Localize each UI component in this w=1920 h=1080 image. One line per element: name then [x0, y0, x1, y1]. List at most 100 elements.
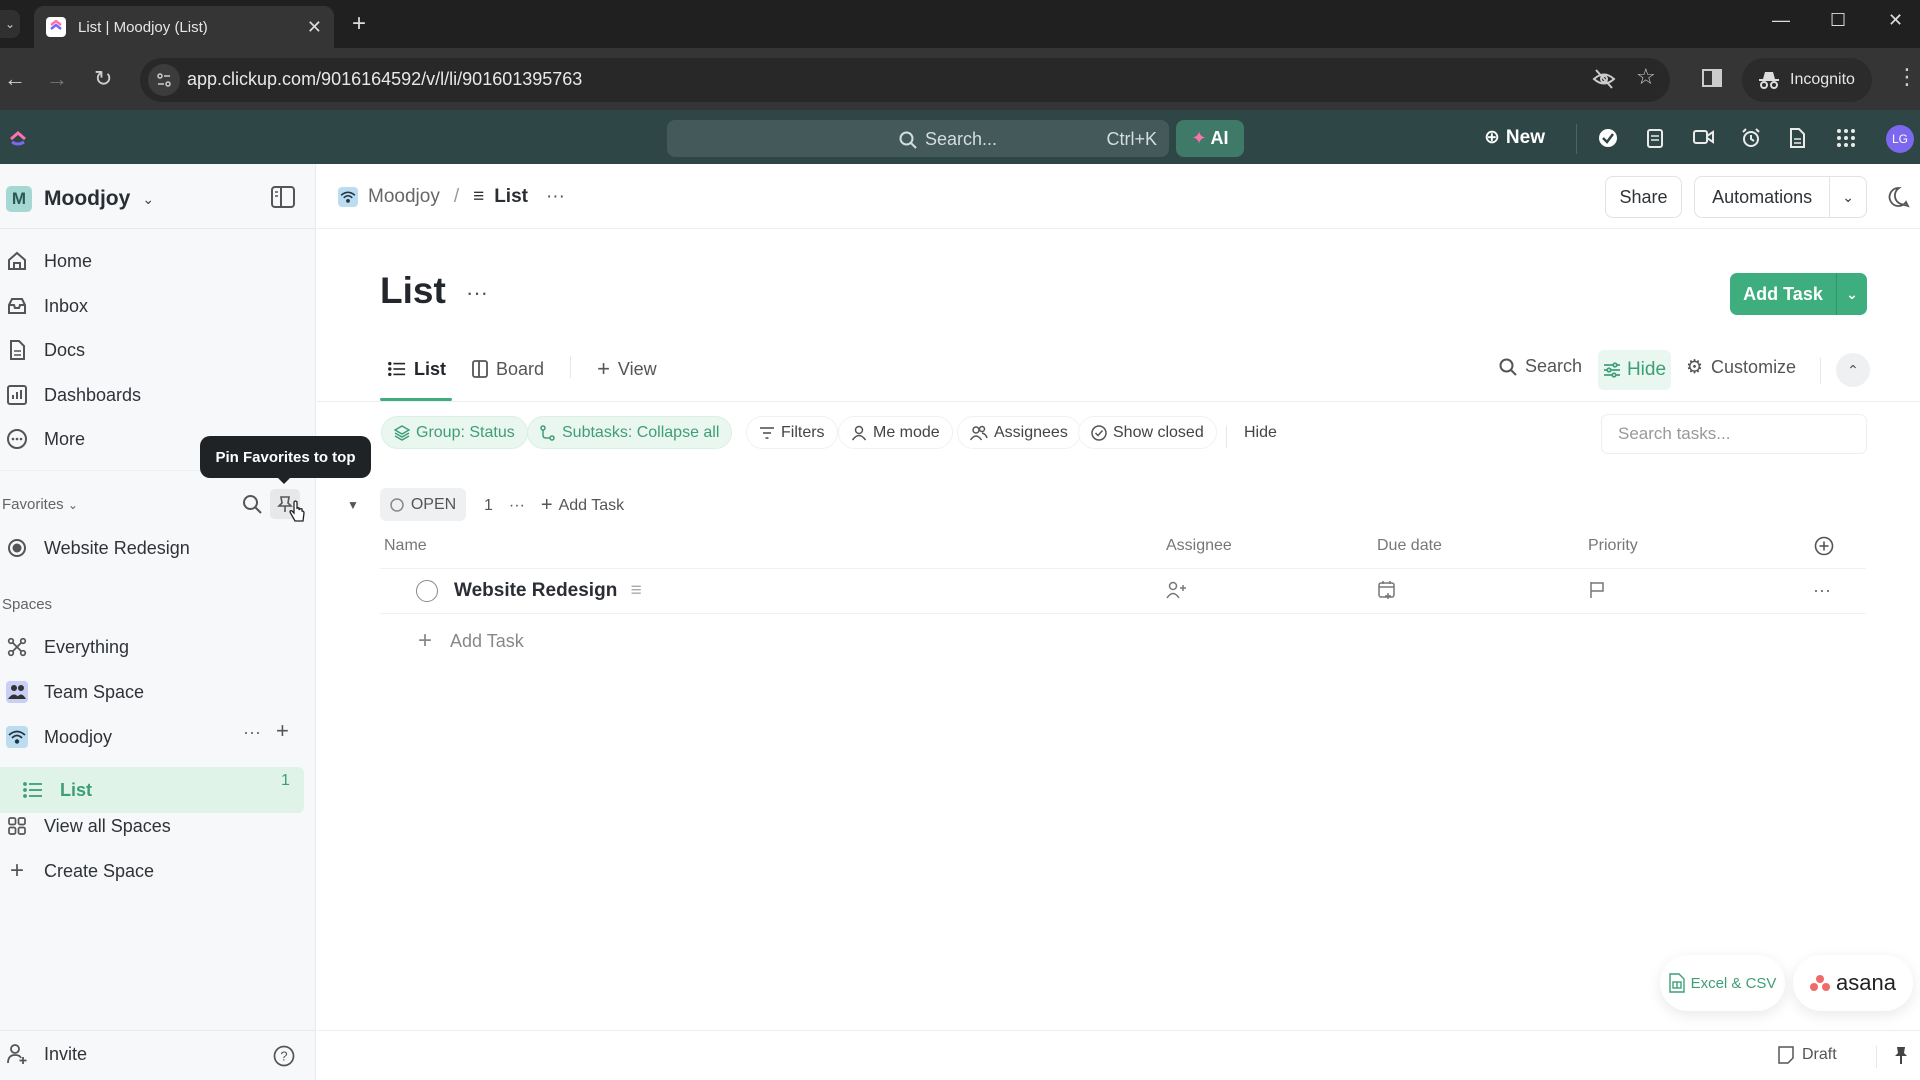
status-group-badge[interactable]: OPEN [380, 488, 466, 521]
chevron-down-icon[interactable]: ⌄ [1836, 273, 1867, 315]
doc-icon[interactable] [1789, 128, 1805, 148]
collapse-group-icon[interactable]: ▼ [347, 498, 359, 512]
reload-icon[interactable]: ↻ [94, 66, 112, 92]
automations-button[interactable]: Automations ⌄ [1694, 176, 1867, 218]
site-settings-icon[interactable] [148, 64, 180, 96]
share-button[interactable]: Share [1605, 176, 1682, 218]
alarm-clock-icon[interactable] [1741, 128, 1761, 148]
me-mode-chip[interactable]: Me mode [838, 416, 953, 449]
sidebar-item-docs[interactable]: Docs [6, 335, 85, 365]
search-favorites-icon[interactable] [242, 494, 262, 514]
maximize-icon[interactable]: ☐ [1830, 10, 1846, 31]
space-more-icon[interactable]: ··· [243, 722, 261, 743]
pin-toolbar-icon[interactable] [1894, 1046, 1908, 1064]
task-status-checkbox[interactable] [416, 580, 438, 602]
breadcrumb-list[interactable]: List [494, 186, 528, 208]
invite-button[interactable]: Invite [6, 1043, 87, 1065]
user-avatar[interactable]: LG [1886, 125, 1914, 153]
breadcrumb-space[interactable]: Moodjoy [368, 186, 440, 208]
hide-columns-button[interactable]: Hide [1598, 350, 1671, 390]
apps-grid-icon[interactable] [1836, 128, 1856, 148]
column-header-due-date[interactable]: Due date [1377, 537, 1442, 555]
sidebar-space-team-space[interactable]: Team Space [6, 677, 144, 707]
group-add-task-button[interactable]: + Add Task [541, 494, 624, 517]
search-tool-button[interactable]: Search [1499, 356, 1582, 377]
everything-icon [6, 636, 28, 658]
create-space-label: Create Space [44, 860, 155, 881]
workspace-switcher[interactable]: M Moodjoy ⌄ [6, 186, 154, 212]
task-name[interactable]: Website Redesign ≡ [454, 580, 642, 602]
import-excel-button[interactable]: Excel & CSV [1660, 955, 1785, 1011]
add-to-space-icon[interactable]: + [276, 718, 289, 744]
favorite-item[interactable]: Website Redesign [6, 533, 190, 563]
show-closed-chip[interactable]: Show closed [1078, 416, 1217, 449]
tab-board[interactable]: Board [472, 356, 544, 382]
browser-menu-icon[interactable]: ⋮ [1896, 64, 1918, 90]
add-due-date-icon[interactable] [1378, 580, 1396, 600]
sidebar-create-space[interactable]: + Create Space [6, 856, 154, 886]
sidebar-item-home[interactable]: Home [6, 246, 92, 276]
column-header-priority[interactable]: Priority [1588, 537, 1638, 555]
collapse-header-button[interactable]: ⌃ [1836, 353, 1870, 387]
row-more-icon[interactable]: ··· [1813, 580, 1831, 601]
group-more-icon[interactable]: ··· [509, 497, 525, 515]
favorites-header[interactable]: Favorites ⌄ [2, 496, 78, 513]
new-button[interactable]: ⊕ New [1484, 126, 1545, 149]
side-panel-icon[interactable] [1702, 68, 1722, 88]
url-text[interactable]: app.clickup.com/9016164592/v/l/li/901601… [187, 69, 582, 90]
customize-button[interactable]: ⚙ Customize [1686, 356, 1796, 379]
tab-label: Board [496, 358, 545, 379]
sidebar-item-inbox[interactable]: Inbox [6, 291, 88, 321]
add-view-button[interactable]: + View [597, 356, 657, 382]
incognito-profile-button[interactable]: Incognito [1742, 58, 1872, 102]
view-tabs: List Board + View [388, 356, 657, 382]
assignees-chip[interactable]: Assignees [957, 416, 1081, 449]
add-column-icon[interactable] [1814, 536, 1834, 556]
list-task-count: 1 [281, 772, 290, 789]
help-icon[interactable]: ? [273, 1045, 295, 1067]
breadcrumb-more-icon[interactable]: ··· [546, 186, 565, 208]
collapse-sidebar-icon[interactable] [271, 186, 295, 208]
task-name-text: Website Redesign [454, 580, 618, 601]
subtasks-chip[interactable]: Subtasks: Collapse all [527, 416, 733, 449]
draft-button[interactable]: Draft [1778, 1046, 1837, 1064]
title-more-icon[interactable]: ··· [466, 280, 488, 306]
close-tab-icon[interactable]: ✕ [307, 17, 322, 38]
chat-icon[interactable] [1888, 186, 1910, 208]
sidebar-space-everything[interactable]: Everything [6, 632, 129, 662]
sidebar-view-all-spaces[interactable]: View all Spaces [6, 811, 171, 841]
notepad-icon[interactable] [1646, 128, 1664, 148]
minimize-icon[interactable]: — [1772, 10, 1790, 31]
clickup-logo-icon[interactable] [8, 126, 28, 146]
sidebar-space-moodjoy[interactable]: Moodjoy [6, 722, 112, 752]
group-by-chip[interactable]: Group: Status [381, 416, 528, 449]
column-header-assignee[interactable]: Assignee [1166, 537, 1232, 555]
video-icon[interactable] [1693, 128, 1715, 146]
forward-icon[interactable]: → [46, 66, 68, 92]
back-icon[interactable]: ← [4, 66, 26, 92]
docs-icon [6, 339, 28, 361]
add-assignee-icon[interactable] [1166, 581, 1188, 599]
chevron-down-icon[interactable]: ⌄ [1829, 177, 1866, 217]
tab-list[interactable]: List [388, 356, 446, 382]
priority-flag-icon[interactable] [1589, 581, 1605, 599]
close-window-icon[interactable]: ✕ [1888, 10, 1903, 31]
ai-button[interactable]: ✦ AI [1176, 120, 1244, 157]
column-header-name[interactable]: Name [384, 537, 427, 555]
add-task-button[interactable]: Add Task ⌄ [1730, 273, 1867, 315]
tab-search-button[interactable]: ⌄ [0, 10, 20, 38]
bookmark-star-icon[interactable]: ☆ [1636, 64, 1656, 90]
hide-chip[interactable]: Hide [1232, 416, 1289, 449]
check-circle-icon[interactable] [1598, 128, 1618, 148]
new-tab-button[interactable]: + [352, 10, 366, 38]
browser-tab[interactable]: List | Moodjoy (List) ✕ [34, 6, 334, 48]
add-task-row[interactable]: + Add Task [418, 627, 524, 655]
sidebar-item-list[interactable]: List [22, 775, 92, 805]
eye-off-icon[interactable] [1592, 68, 1616, 90]
import-asana-button[interactable]: asana [1793, 955, 1913, 1011]
filters-chip[interactable]: Filters [746, 416, 838, 449]
sidebar-item-dashboards[interactable]: Dashboards [6, 380, 141, 410]
global-search[interactable]: Search... Ctrl+K [667, 120, 1169, 157]
sidebar-item-more[interactable]: More [6, 424, 85, 454]
search-tasks-input[interactable]: Search tasks... [1601, 414, 1867, 454]
